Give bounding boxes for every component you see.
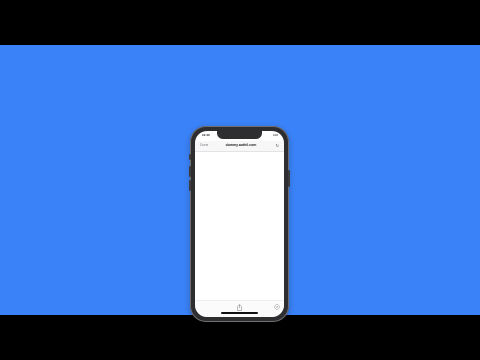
phone-screen: 12:40 100 Done dummy.auth0.com ↻ xyxy=(195,131,284,317)
compass-icon[interactable] xyxy=(274,304,280,310)
share-icon[interactable] xyxy=(236,304,243,311)
reload-icon[interactable]: ↻ xyxy=(276,143,279,148)
volume-up-button xyxy=(189,166,191,177)
notch xyxy=(217,131,262,139)
mute-switch xyxy=(189,154,191,160)
phone-mockup: 12:40 100 Done dummy.auth0.com ↻ xyxy=(189,126,290,322)
power-button xyxy=(288,170,290,187)
battery-indicator: 100 xyxy=(272,133,278,137)
browser-nav-bar: Done dummy.auth0.com ↻ xyxy=(195,141,284,152)
home-indicator xyxy=(221,312,258,314)
video-background: 12:40 100 Done dummy.auth0.com ↻ xyxy=(0,45,480,322)
done-button[interactable]: Done xyxy=(200,143,208,148)
volume-down-button xyxy=(189,180,191,191)
web-page-content xyxy=(195,152,284,302)
url-label: dummy.auth0.com xyxy=(225,143,257,147)
status-time: 12:40 xyxy=(202,133,210,137)
browser-toolbar xyxy=(195,300,284,317)
